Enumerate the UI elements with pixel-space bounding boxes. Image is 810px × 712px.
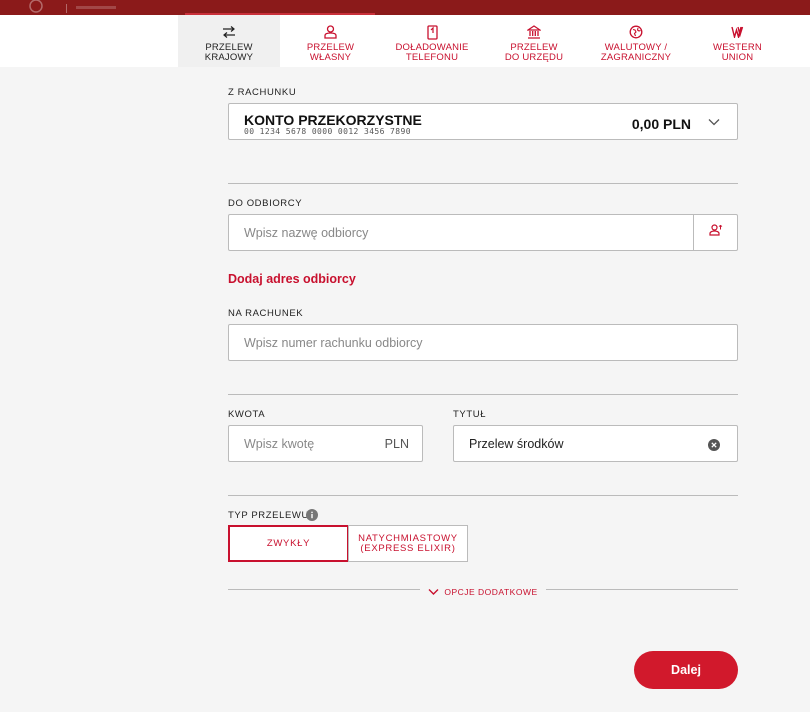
account-name: KONTO PRZEKORZYSTNE (244, 112, 422, 128)
address-book-button[interactable] (694, 215, 738, 250)
amount-input[interactable]: Wpisz kwotę PLN (228, 425, 423, 462)
tab-przelew-krajowy[interactable]: PRZELEW KRAJOWY (178, 15, 280, 67)
tab-label: WESTERN UNION (713, 42, 762, 63)
from-account-label: Z RACHUNKU (228, 87, 297, 98)
recipient-label: DO ODBIORCY (228, 198, 303, 209)
title-input[interactable]: Przelew środków (453, 425, 738, 462)
amount-label: KWOTA (228, 409, 266, 420)
section-divider (228, 495, 738, 496)
section-divider (228, 183, 738, 184)
tab-walutowy-zagraniczny[interactable]: WALUTOWY / ZAGRANICZNY (586, 15, 686, 67)
office-building-icon (526, 24, 542, 40)
user-icon (323, 24, 339, 40)
tab-przelew-wlasny[interactable]: PRZELEW WŁASNY (283, 15, 378, 67)
option-label: ZWYKŁY (266, 537, 311, 549)
western-union-icon (730, 24, 746, 40)
option-sublabel: (EXPRESS ELIXIR) (360, 542, 456, 554)
tab-przelew-do-urzedu[interactable]: PRZELEW DO URZĘDU (485, 15, 583, 67)
tab-label: PRZELEW DO URZĘDU (504, 42, 564, 63)
account-number: 00 1234 5678 0000 0012 3456 7890 (244, 127, 411, 136)
tab-doladowanie-telefonu[interactable]: DOŁADOWANIE TELEFONU (383, 15, 481, 67)
contacts-icon (709, 223, 723, 242)
next-button[interactable]: Dalej (634, 651, 738, 689)
tab-label: PRZELEW KRAJOWY (204, 42, 254, 63)
recipient-name-input[interactable]: Wpisz nazwę odbiorcy (228, 214, 738, 251)
target-account-input[interactable]: Wpisz numer rachunku odbiorcy (228, 324, 738, 361)
transfer-tabs: PRZELEW KRAJOWY PRZELEW WŁASNY DOŁADOWAN… (0, 15, 810, 67)
tab-label: PRZELEW WŁASNY (306, 42, 355, 63)
transfer-type-label: TYP PRZELEWU (228, 510, 309, 521)
bank-logo[interactable] (28, 0, 138, 15)
additional-options-label: OPCJE DODATKOWE (444, 587, 538, 597)
phone-icon (424, 24, 440, 40)
top-brand-bar (0, 0, 810, 15)
amount-placeholder: Wpisz kwotę (244, 437, 315, 451)
chevron-down-icon (428, 588, 439, 596)
info-icon[interactable] (306, 508, 318, 526)
account-balance: 0,00 PLN (631, 116, 691, 132)
tab-western-union[interactable]: WESTERN UNION (690, 15, 785, 67)
title-value: Przelew środków (469, 437, 564, 451)
title-label: TYTUŁ (453, 409, 487, 420)
tab-label: WALUTOWY / ZAGRANICZNY (600, 42, 672, 63)
transfer-arrows-icon (221, 24, 237, 40)
tab-label: DOŁADOWANIE TELEFONU (395, 42, 469, 63)
target-account-placeholder: Wpisz numer rachunku odbiorcy (244, 336, 423, 350)
option-label: NATYCHMIASTOWY (358, 532, 458, 544)
amount-currency: PLN (384, 437, 409, 451)
clear-icon[interactable] (708, 438, 720, 456)
add-recipient-address-link[interactable]: Dodaj adres odbiorcy (228, 272, 356, 286)
transfer-type-standard-button[interactable]: ZWYKŁY (228, 525, 349, 562)
target-account-label: NA RACHUNEK (228, 308, 304, 319)
chevron-down-icon (707, 115, 721, 129)
section-divider (228, 394, 738, 395)
transfer-type-express-button[interactable]: NATYCHMIASTOWY (EXPRESS ELIXIR) (348, 525, 468, 562)
globe-icon (628, 24, 644, 40)
additional-options-toggle[interactable]: OPCJE DODATKOWE (420, 585, 546, 599)
from-account-select[interactable]: KONTO PRZEKORZYSTNE 00 1234 5678 0000 00… (228, 103, 738, 140)
recipient-placeholder: Wpisz nazwę odbiorcy (244, 226, 369, 240)
